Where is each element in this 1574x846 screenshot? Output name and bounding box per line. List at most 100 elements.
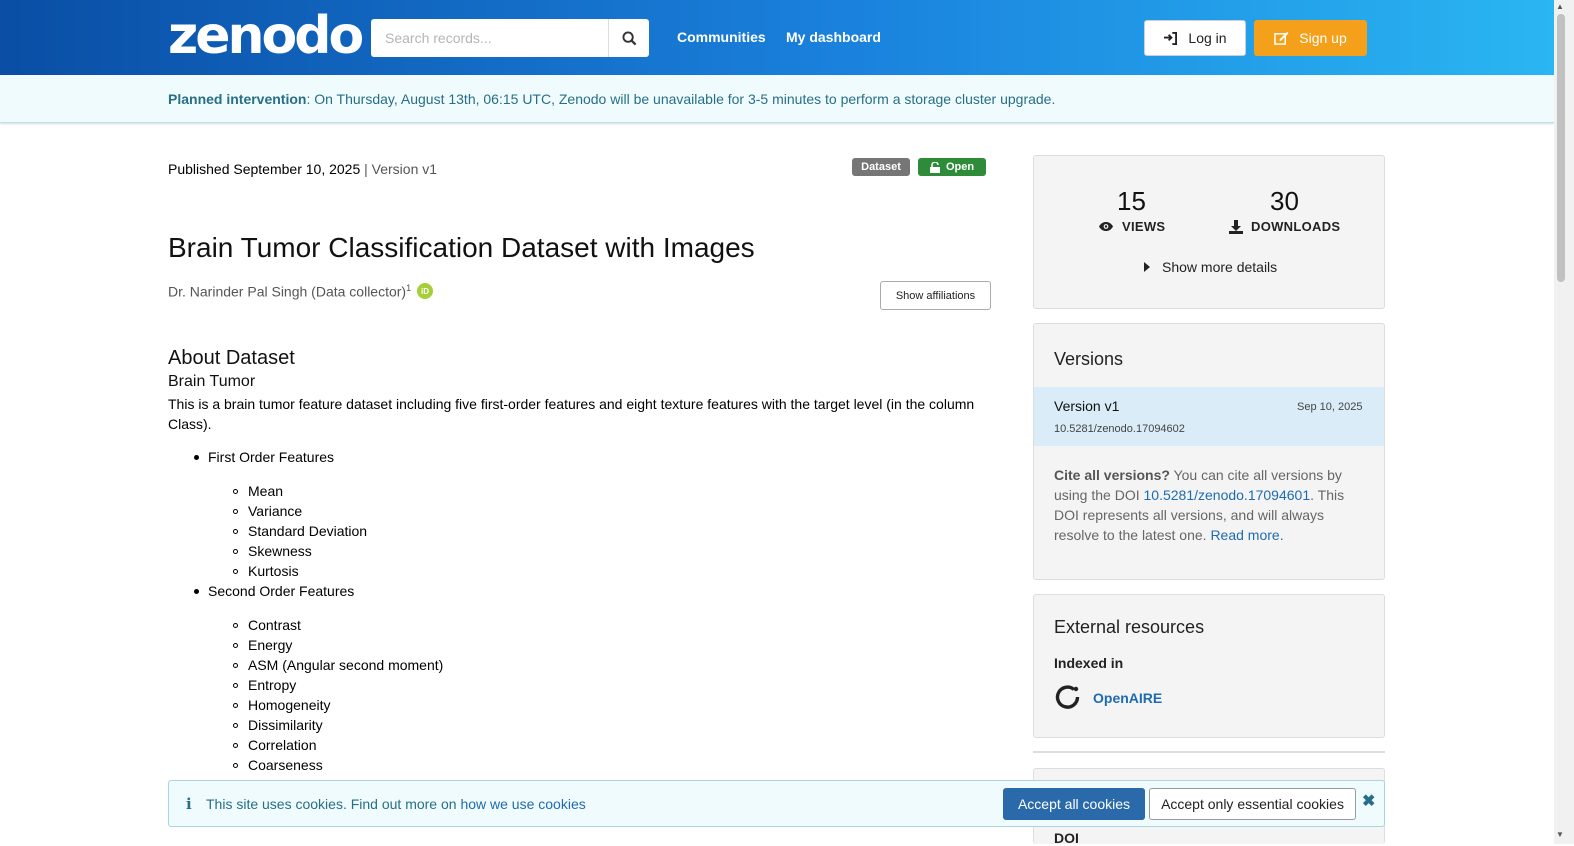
bullet-marker [233,743,238,748]
show-more-details-label: Show more details [1162,259,1278,275]
separator: | [360,161,372,177]
published-date: Published September 10, 2025 [168,161,361,177]
downloads-label-text: DOWNLOADS [1251,219,1341,234]
bullet-marker [233,663,238,668]
bullet-marker [233,703,238,708]
downloads-count: 30 [1270,186,1299,216]
edit-icon [1274,31,1289,45]
views-label: VIEWS [1098,219,1165,234]
indexed-in-label: Indexed in [1054,655,1124,671]
cite-all-versions: Cite all versions? You can cite all vers… [1054,465,1354,545]
description-heading: About Dataset [168,347,295,369]
maintenance-banner: Planned intervention: On Thursday, Augus… [0,75,1554,123]
version-label: Version v1 [371,161,438,177]
read-more-link[interactable]: Read more. [1210,527,1283,543]
openaire-link[interactable]: OpenAIRE [1054,684,1162,711]
openaire-label: OpenAIRE [1093,689,1163,706]
list-item: First Order Features [208,449,335,465]
sign-in-icon [1164,31,1178,45]
views-label-text: VIEWS [1122,219,1166,234]
cookie-text: This site uses cookies. Find out more on [206,796,461,812]
download-icon [1229,219,1243,234]
list-item: Standard Deviation [248,523,368,539]
bullet-marker [233,569,238,574]
nav-communities[interactable]: Communities [677,29,766,45]
signup-label: Sign up [1299,30,1347,46]
list-item: Dissimilarity [248,717,323,733]
login-button[interactable]: Log in [1144,20,1246,56]
bullet-marker [233,643,238,648]
info-icon: i [186,795,192,813]
bullet-marker [194,589,199,594]
eye-icon [1099,222,1113,231]
versions-heading: Versions [1054,349,1124,369]
list-item: Kurtosis [248,563,299,579]
scrollbar-thumb[interactable] [1557,14,1565,282]
orcid-icon[interactable]: iD [417,283,433,299]
scroll-down-icon[interactable]: ▼ [1556,830,1564,839]
creator-name[interactable]: Dr. Narinder Pal Singh (Data collector) [168,284,406,300]
list-item: Homogeneity [248,697,331,713]
bullet-marker [194,455,199,460]
views-count: 15 [1117,186,1146,216]
bullet-marker [233,683,238,688]
openaire-icon [1055,685,1080,709]
search-input[interactable] [371,19,608,57]
version-item[interactable] [1034,387,1384,446]
list-item: Contrast [248,617,301,633]
list-item: Correlation [248,737,317,753]
list-item: Skewness [248,543,312,559]
sidebar-divider [1033,751,1385,753]
unlock-icon [929,161,940,173]
version-date: Sep 10, 2025 [1297,401,1363,413]
search-bar [371,19,649,57]
description-subheading: Brain Tumor [168,373,256,390]
bullet-marker [233,529,238,534]
close-icon[interactable]: ✖ [1362,791,1375,811]
bullet-marker [233,489,238,494]
external-resources-heading: External resources [1054,617,1205,637]
list-item: Entropy [248,677,297,693]
affiliation-marker: 1 [406,283,412,293]
version-doi: 10.5281/zenodo.17094602 [1054,423,1185,435]
cookie-policy-link[interactable]: how we use cookies [460,796,585,812]
nav-my-dashboard[interactable]: My dashboard [786,29,881,45]
banner-text: : On Thursday, August 13th, 06:15 UTC, Z… [306,91,1056,107]
bullet-marker [233,623,238,628]
show-affiliations-button[interactable]: Show affiliations [880,281,991,310]
signup-button[interactable]: Sign up [1254,20,1367,56]
list-item: Energy [248,637,293,653]
search-button[interactable] [608,19,649,57]
record-title: Brain Tumor Classification Dataset with … [168,232,755,263]
bullet-marker [233,763,238,768]
list-item: Mean [248,483,284,499]
description-paragraph: This is a brain tumor feature dataset in… [168,396,975,432]
version-name[interactable]: Version v1 [1054,398,1119,414]
access-badge: Open [918,158,986,176]
accept-essential-cookies-button[interactable]: Accept only essential cookies [1149,788,1356,820]
publication-info: Published September 10, 2025 | Version v… [168,161,437,177]
creator[interactable]: Dr. Narinder Pal Singh (Data collector)1 [168,283,411,300]
bullet-marker [233,723,238,728]
show-more-details-toggle[interactable]: Show more details [1144,259,1277,275]
downloads-label: DOWNLOADS [1229,219,1340,234]
resource-type-badge: Dataset [852,158,910,176]
login-label: Log in [1188,30,1227,46]
list-item: Coarseness [248,757,323,773]
concept-doi-link[interactable]: 10.5281/zenodo.17094601 [1144,487,1311,503]
search-icon [621,30,636,45]
cite-strong: Cite all versions? [1054,467,1170,483]
list-item: Variance [248,503,303,519]
list-item: Second Order Features [208,583,355,599]
scroll-up-icon[interactable]: ▲ [1556,2,1564,11]
caret-right-icon [1144,262,1150,272]
badge-dataset-label: Dataset [861,161,901,173]
bullet-marker [233,509,238,514]
banner-strong: Planned intervention [168,91,307,107]
cookie-message: This site uses cookies. Find out more on… [206,796,586,812]
badge-open-label: Open [945,161,975,173]
zenodo-logo[interactable]: zenodo [168,6,364,66]
bullet-marker [233,549,238,554]
accept-all-cookies-button[interactable]: Accept all cookies [1003,788,1145,820]
list-item: ASM (Angular second moment) [248,657,444,673]
